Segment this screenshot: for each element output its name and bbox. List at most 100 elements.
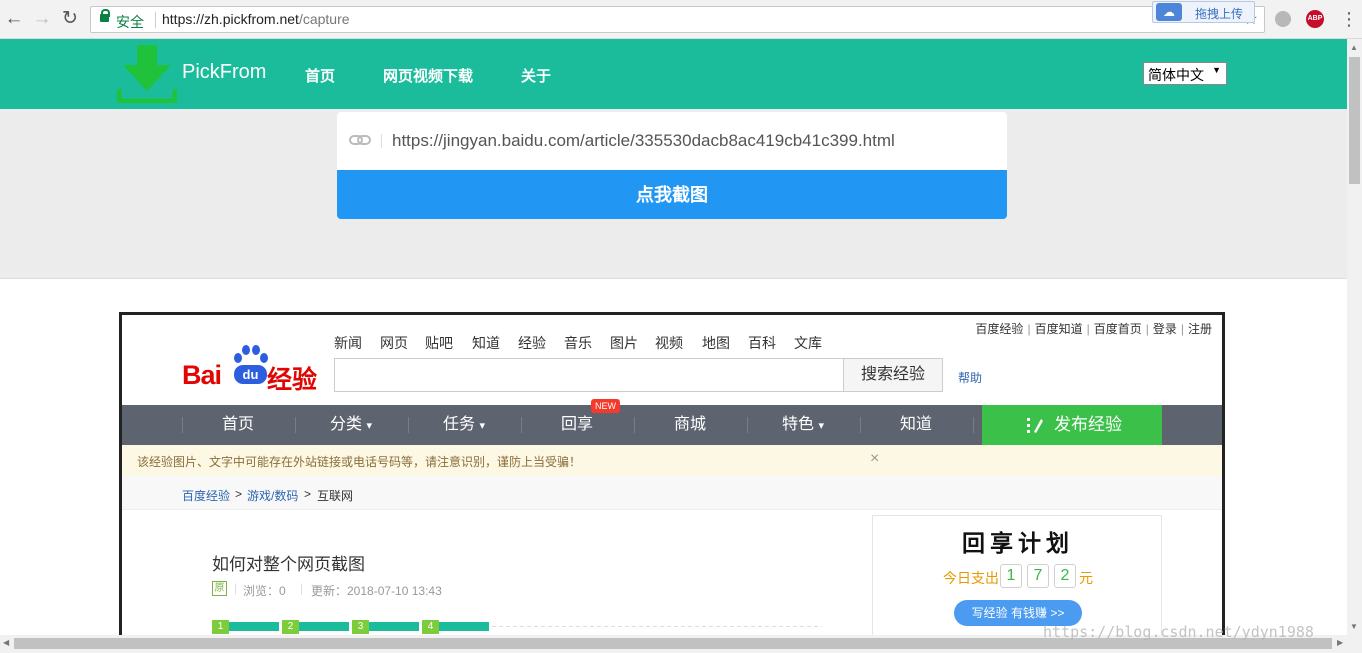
capture-panel: https://jingyan.baidu.com/article/335530…: [0, 109, 1347, 279]
baidu-paw-icon: du: [234, 345, 268, 384]
top-link[interactable]: 登录: [1153, 322, 1177, 336]
logo-bai: Bai: [182, 360, 222, 390]
menu-kebab-icon[interactable]: ⋮: [1340, 8, 1358, 30]
address-divider: [155, 12, 156, 28]
upload-label: 拖拽上传: [1195, 7, 1244, 21]
bd-help-link[interactable]: 帮助: [958, 369, 982, 386]
unit-label: 元: [1079, 570, 1093, 586]
bd-menu-featured[interactable]: 特色 ▾: [747, 405, 859, 445]
address-bar[interactable]: 安全 https://zh.pickfrom.net/capture ★: [90, 6, 1265, 33]
step-number: 1: [212, 620, 229, 634]
watermark: https://blog.csdn.net/ydyn1988: [1043, 623, 1314, 641]
scroll-up-icon[interactable]: ▲: [1350, 43, 1358, 52]
top-link[interactable]: 百度经验: [975, 322, 1023, 336]
counter-digit: 7: [1027, 564, 1049, 588]
bd-menu-category[interactable]: 分类 ▾: [295, 405, 407, 445]
bd-nav-item[interactable]: 新闻: [334, 333, 362, 353]
nav-about[interactable]: 关于: [521, 65, 551, 86]
forward-button[interactable]: →: [32, 8, 52, 30]
bd-menu-tasks[interactable]: 任务 ▾: [408, 405, 520, 445]
today-label: 今日支出: [943, 570, 999, 586]
adblock-icon[interactable]: ABP: [1306, 10, 1324, 28]
original-tag: 原: [212, 581, 227, 596]
breadcrumb: 百度经验 > 游戏/数码 > 互联网: [122, 476, 1222, 510]
bd-nav-item[interactable]: 网页: [380, 333, 408, 353]
publish-button[interactable]: 发布经验: [982, 405, 1162, 445]
language-select[interactable]: 简体中文 ▼: [1143, 62, 1227, 85]
publish-label: 发布经验: [1054, 415, 1122, 434]
bd-menu-zhidao[interactable]: 知道: [860, 405, 972, 445]
lock-icon: [100, 9, 110, 22]
url-host: https://zh.pickfrom.net: [162, 11, 299, 27]
meta-divider: |: [234, 581, 238, 595]
bd-nav-item[interactable]: 视频: [655, 333, 683, 353]
breadcrumb-item[interactable]: 游戏/数码: [247, 487, 298, 504]
capture-preview: 百度经验 | 百度知道 | 百度首页 | 登录 | 注册 Bai du 经验 新闻 网页 贴吧 …: [119, 312, 1225, 642]
top-links: 百度经验 | 百度知道 | 百度首页 | 登录 | 注册: [975, 322, 1212, 336]
scroll-left-icon[interactable]: ◀: [3, 638, 9, 647]
new-badge: NEW: [591, 399, 620, 413]
link-icon: [349, 135, 371, 145]
input-divider: [381, 134, 382, 148]
breadcrumb-item[interactable]: 百度经验: [182, 487, 230, 504]
drag-upload-extension[interactable]: ☁ 拖拽上传: [1152, 1, 1255, 23]
counter-digit: 1: [1000, 564, 1022, 588]
url-input[interactable]: https://jingyan.baidu.com/article/335530…: [337, 112, 1007, 170]
step-dashed-line: [492, 626, 822, 627]
top-link[interactable]: 注册: [1188, 322, 1212, 336]
brand-name[interactable]: PickFrom: [182, 61, 266, 84]
vertical-scrollbar[interactable]: ▲ ▼: [1347, 39, 1362, 635]
baidu-jingyan-logo[interactable]: Bai du 经验: [182, 342, 322, 394]
plan-title: 回享计划: [962, 530, 1074, 557]
nav-video-download[interactable]: 网页视频下载: [383, 65, 473, 86]
chevron-down-icon: ▾: [366, 420, 372, 432]
back-button[interactable]: ←: [4, 8, 24, 30]
bd-menu-category-label: 分类: [330, 416, 363, 433]
bd-nav-item[interactable]: 文库: [794, 333, 822, 353]
capture-button[interactable]: 点我截图: [337, 170, 1007, 219]
warning-text: 该经验图片、文字中可能存在外站链接或电话号码等，请注意识别，谨防上当受骗！: [137, 455, 582, 469]
step-number: 2: [282, 620, 299, 634]
globe-extension-icon[interactable]: [1275, 11, 1291, 27]
bd-nav-item[interactable]: 知道: [472, 333, 500, 353]
download-logo-icon[interactable]: [117, 43, 177, 103]
scroll-thumb[interactable]: [1349, 57, 1360, 184]
bd-nav-item[interactable]: 贴吧: [425, 333, 453, 353]
view-count: 浏览：0: [243, 584, 286, 598]
step-tab[interactable]: 3: [352, 620, 419, 634]
step-tab[interactable]: 2: [282, 620, 349, 634]
bd-nav-item[interactable]: 图片: [610, 333, 638, 353]
counter-digit: 2: [1054, 564, 1076, 588]
edit-list-icon: [1027, 418, 1043, 433]
bd-nav-item[interactable]: 百科: [748, 333, 776, 353]
site-header: PickFrom 首页 网页视频下载 关于 简体中文 ▼: [0, 39, 1347, 109]
baidu-cloud-icon: ☁: [1156, 3, 1182, 21]
top-link[interactable]: 百度知道: [1035, 322, 1083, 336]
select-caret-icon: ▼: [1212, 65, 1221, 75]
chevron-down-icon: ▾: [818, 420, 824, 432]
chevron-down-icon: ▾: [479, 420, 485, 432]
top-link[interactable]: 百度首页: [1094, 322, 1142, 336]
step-tab[interactable]: 4: [422, 620, 489, 634]
bd-menu-featured-label: 特色: [782, 416, 815, 433]
bd-nav-item[interactable]: 音乐: [564, 333, 592, 353]
nav-home[interactable]: 首页: [305, 65, 335, 86]
step-number: 4: [422, 620, 439, 634]
url-text[interactable]: https://zh.pickfrom.net/capture: [162, 11, 350, 27]
breadcrumb-item[interactable]: 互联网: [317, 487, 353, 504]
bd-search-button[interactable]: 搜索经验: [843, 358, 943, 392]
close-icon[interactable]: ×: [870, 450, 879, 468]
bd-nav-item[interactable]: 地图: [702, 333, 730, 353]
bd-menu-mall[interactable]: 商城: [634, 405, 746, 445]
step-tab[interactable]: 1: [212, 620, 279, 634]
meta-divider: |: [300, 581, 304, 595]
scroll-right-icon[interactable]: ▶: [1337, 638, 1343, 647]
reload-button[interactable]: ↻: [60, 8, 80, 30]
breadcrumb-sep: >: [235, 487, 243, 501]
logo-du: du: [243, 367, 259, 382]
bd-search-input[interactable]: [334, 358, 844, 392]
scroll-down-icon[interactable]: ▼: [1350, 622, 1358, 631]
bd-nav-item[interactable]: 经验: [518, 333, 546, 353]
bd-menu-home[interactable]: 首页: [182, 405, 294, 445]
menu-divider: [973, 417, 974, 433]
